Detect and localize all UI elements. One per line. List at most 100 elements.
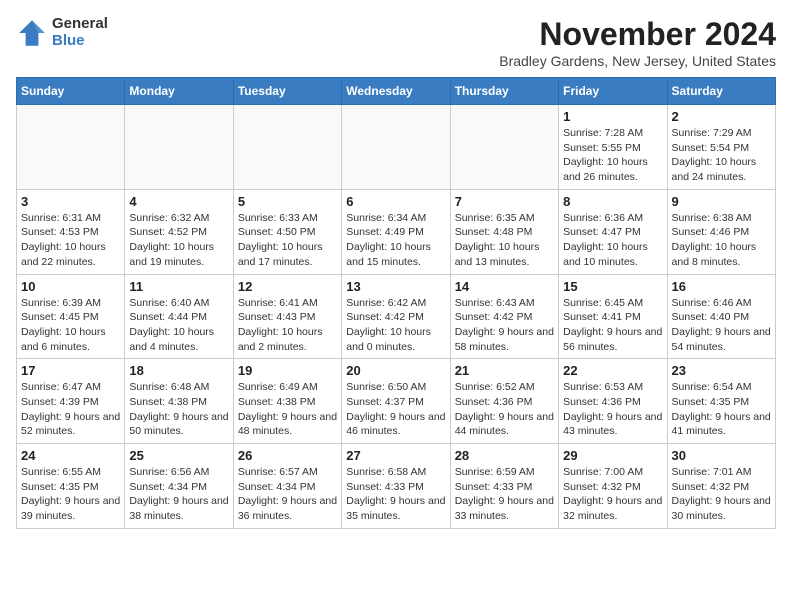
day-number: 10: [21, 279, 120, 294]
day-number: 8: [563, 194, 662, 209]
logo-blue-text: Blue: [52, 33, 108, 50]
calendar-cell: 17 Sunrise: 6:47 AM Sunset: 4:39 PM Dayli…: [17, 359, 125, 444]
calendar-week-row: 24 Sunrise: 6:55 AM Sunset: 4:35 PM Dayli…: [17, 444, 776, 529]
day-info: Sunrise: 6:47 AM Sunset: 4:39 PM Dayligh…: [21, 380, 120, 439]
day-number: 30: [672, 448, 771, 463]
day-number: 17: [21, 363, 120, 378]
day-number: 18: [129, 363, 228, 378]
day-info: Sunrise: 6:35 AM Sunset: 4:48 PM Dayligh…: [455, 211, 554, 270]
calendar-week-row: 10 Sunrise: 6:39 AM Sunset: 4:45 PM Dayli…: [17, 274, 776, 359]
calendar-cell: 30 Sunrise: 7:01 AM Sunset: 4:32 PM Dayli…: [667, 444, 775, 529]
calendar-cell: 20 Sunrise: 6:50 AM Sunset: 4:37 PM Dayli…: [342, 359, 450, 444]
calendar-cell: 21Sunrise: 6:52 AM Sunset: 4:36 PM Dayli…: [450, 359, 558, 444]
day-info: Sunrise: 6:54 AM Sunset: 4:35 PM Dayligh…: [672, 380, 771, 439]
logo-icon: [16, 17, 48, 49]
day-info: Sunrise: 6:43 AM Sunset: 4:42 PM Dayligh…: [455, 296, 554, 355]
day-number: 9: [672, 194, 771, 209]
logo-text: General Blue: [52, 16, 108, 49]
day-info: Sunrise: 6:53 AM Sunset: 4:36 PM Dayligh…: [563, 380, 662, 439]
calendar-cell: [233, 105, 341, 190]
calendar-cell: 7Sunrise: 6:35 AM Sunset: 4:48 PM Daylig…: [450, 189, 558, 274]
day-info: Sunrise: 6:52 AM Sunset: 4:36 PM Dayligh…: [455, 380, 554, 439]
calendar-cell: [342, 105, 450, 190]
day-number: 16: [672, 279, 771, 294]
calendar-cell: 3Sunrise: 6:31 AM Sunset: 4:53 PM Daylig…: [17, 189, 125, 274]
day-info: Sunrise: 6:32 AM Sunset: 4:52 PM Dayligh…: [129, 211, 228, 270]
day-info: Sunrise: 6:34 AM Sunset: 4:49 PM Dayligh…: [346, 211, 445, 270]
day-number: 5: [238, 194, 337, 209]
day-number: 2: [672, 109, 771, 124]
header-thursday: Thursday: [450, 78, 558, 105]
day-number: 6: [346, 194, 445, 209]
day-number: 4: [129, 194, 228, 209]
day-info: Sunrise: 6:46 AM Sunset: 4:40 PM Dayligh…: [672, 296, 771, 355]
header: General Blue November 2024 Bradley Garde…: [16, 16, 776, 69]
day-info: Sunrise: 6:40 AM Sunset: 4:44 PM Dayligh…: [129, 296, 228, 355]
calendar-week-row: 3Sunrise: 6:31 AM Sunset: 4:53 PM Daylig…: [17, 189, 776, 274]
location-title: Bradley Gardens, New Jersey, United Stat…: [499, 53, 776, 69]
day-number: 19: [238, 363, 337, 378]
calendar-cell: 29Sunrise: 7:00 AM Sunset: 4:32 PM Dayli…: [559, 444, 667, 529]
calendar-cell: 12 Sunrise: 6:41 AM Sunset: 4:43 PM Dayli…: [233, 274, 341, 359]
day-info: Sunrise: 6:56 AM Sunset: 4:34 PM Dayligh…: [129, 465, 228, 524]
day-info: Sunrise: 6:48 AM Sunset: 4:38 PM Dayligh…: [129, 380, 228, 439]
calendar-cell: 8 Sunrise: 6:36 AM Sunset: 4:47 PM Daylig…: [559, 189, 667, 274]
calendar-cell: 26 Sunrise: 6:57 AM Sunset: 4:34 PM Dayli…: [233, 444, 341, 529]
calendar-cell: 13 Sunrise: 6:42 AM Sunset: 4:42 PM Dayli…: [342, 274, 450, 359]
day-info: Sunrise: 6:41 AM Sunset: 4:43 PM Dayligh…: [238, 296, 337, 355]
day-number: 15: [563, 279, 662, 294]
calendar-cell: 23 Sunrise: 6:54 AM Sunset: 4:35 PM Dayli…: [667, 359, 775, 444]
day-number: 23: [672, 363, 771, 378]
calendar-cell: 6 Sunrise: 6:34 AM Sunset: 4:49 PM Daylig…: [342, 189, 450, 274]
logo: General Blue: [16, 16, 108, 49]
calendar-cell: [450, 105, 558, 190]
calendar-cell: 24 Sunrise: 6:55 AM Sunset: 4:35 PM Dayli…: [17, 444, 125, 529]
day-number: 28: [455, 448, 554, 463]
calendar-cell: 28 Sunrise: 6:59 AM Sunset: 4:33 PM Dayli…: [450, 444, 558, 529]
calendar-cell: 27Sunrise: 6:58 AM Sunset: 4:33 PM Dayli…: [342, 444, 450, 529]
day-info: Sunrise: 6:39 AM Sunset: 4:45 PM Dayligh…: [21, 296, 120, 355]
day-number: 12: [238, 279, 337, 294]
day-number: 25: [129, 448, 228, 463]
day-number: 20: [346, 363, 445, 378]
day-info: Sunrise: 6:57 AM Sunset: 4:34 PM Dayligh…: [238, 465, 337, 524]
calendar-table: SundayMondayTuesdayWednesdayThursdayFrid…: [16, 77, 776, 529]
day-info: Sunrise: 6:45 AM Sunset: 4:41 PM Dayligh…: [563, 296, 662, 355]
calendar-cell: 18 Sunrise: 6:48 AM Sunset: 4:38 PM Dayli…: [125, 359, 233, 444]
header-friday: Friday: [559, 78, 667, 105]
day-number: 22: [563, 363, 662, 378]
day-info: Sunrise: 7:00 AM Sunset: 4:32 PM Dayligh…: [563, 465, 662, 524]
day-number: 14: [455, 279, 554, 294]
day-number: 24: [21, 448, 120, 463]
calendar-cell: 14 Sunrise: 6:43 AM Sunset: 4:42 PM Dayli…: [450, 274, 558, 359]
calendar-header-row: SundayMondayTuesdayWednesdayThursdayFrid…: [17, 78, 776, 105]
calendar-cell: 25 Sunrise: 6:56 AM Sunset: 4:34 PM Dayli…: [125, 444, 233, 529]
day-number: 11: [129, 279, 228, 294]
calendar-cell: 10 Sunrise: 6:39 AM Sunset: 4:45 PM Dayli…: [17, 274, 125, 359]
calendar-cell: 5 Sunrise: 6:33 AM Sunset: 4:50 PM Daylig…: [233, 189, 341, 274]
day-info: Sunrise: 7:01 AM Sunset: 4:32 PM Dayligh…: [672, 465, 771, 524]
day-number: 26: [238, 448, 337, 463]
day-info: Sunrise: 6:42 AM Sunset: 4:42 PM Dayligh…: [346, 296, 445, 355]
day-number: 27: [346, 448, 445, 463]
calendar-cell: 16 Sunrise: 6:46 AM Sunset: 4:40 PM Dayli…: [667, 274, 775, 359]
calendar-cell: 15 Sunrise: 6:45 AM Sunset: 4:41 PM Dayli…: [559, 274, 667, 359]
calendar-cell: 9Sunrise: 6:38 AM Sunset: 4:46 PM Daylig…: [667, 189, 775, 274]
day-number: 13: [346, 279, 445, 294]
day-info: Sunrise: 6:36 AM Sunset: 4:47 PM Dayligh…: [563, 211, 662, 270]
day-info: Sunrise: 6:59 AM Sunset: 4:33 PM Dayligh…: [455, 465, 554, 524]
day-info: Sunrise: 7:28 AM Sunset: 5:55 PM Dayligh…: [563, 126, 662, 185]
day-info: Sunrise: 6:55 AM Sunset: 4:35 PM Dayligh…: [21, 465, 120, 524]
day-info: Sunrise: 6:50 AM Sunset: 4:37 PM Dayligh…: [346, 380, 445, 439]
day-info: Sunrise: 7:29 AM Sunset: 5:54 PM Dayligh…: [672, 126, 771, 185]
day-info: Sunrise: 6:33 AM Sunset: 4:50 PM Dayligh…: [238, 211, 337, 270]
calendar-cell: [17, 105, 125, 190]
day-number: 1: [563, 109, 662, 124]
header-monday: Monday: [125, 78, 233, 105]
header-sunday: Sunday: [17, 78, 125, 105]
calendar-cell: [125, 105, 233, 190]
header-saturday: Saturday: [667, 78, 775, 105]
calendar-week-row: 1 Sunrise: 7:28 AM Sunset: 5:55 PM Daylig…: [17, 105, 776, 190]
calendar-week-row: 17 Sunrise: 6:47 AM Sunset: 4:39 PM Dayli…: [17, 359, 776, 444]
day-info: Sunrise: 6:31 AM Sunset: 4:53 PM Dayligh…: [21, 211, 120, 270]
